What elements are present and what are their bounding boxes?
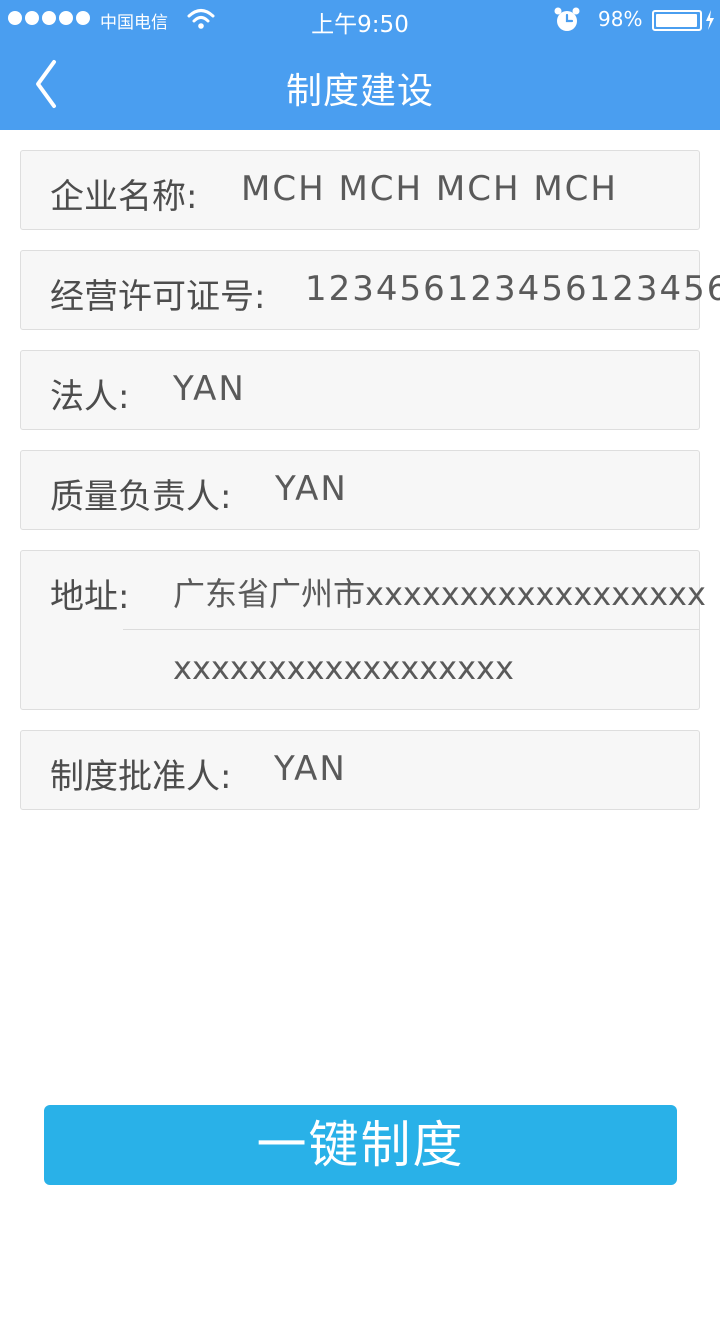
- address-divider: [123, 629, 699, 630]
- license-number-value: 123456123456123456: [305, 269, 720, 309]
- approver-label: 制度批准人:: [50, 757, 232, 797]
- quality-person-row: 质量负责人: YAN: [20, 450, 700, 530]
- page-title: 制度建设: [285, 71, 434, 112]
- approver-row: 制度批准人: YAN: [20, 730, 700, 810]
- address-line-1: 广东省广州市xxxxxxxxxxxxxxxxxx: [173, 575, 706, 613]
- legal-person-value: YAN: [173, 369, 246, 409]
- alarm-icon: [554, 7, 580, 31]
- license-number-label: 经营许可证号:: [50, 277, 266, 317]
- battery-icon: [652, 10, 702, 31]
- company-name-label: 企业名称:: [50, 177, 198, 217]
- address-label: 地址:: [50, 577, 130, 617]
- charging-bolt-icon: [706, 10, 714, 30]
- address-line-2: xxxxxxxxxxxxxxxxxx: [173, 649, 514, 687]
- status-bar: 中国电信 上午9:50 98%: [0, 0, 720, 40]
- address-row: 地址: 广东省广州市xxxxxxxxxxxxxxxxxx xxxxxxxxxxx…: [20, 550, 706, 710]
- quality-person-label: 质量负责人:: [50, 477, 232, 517]
- header: 中国电信 上午9:50 98% 制度建设: [0, 0, 720, 130]
- enterprise-info-form: 企业名称: MCH MCH MCH MCH 经营许可证号: 1234561234…: [20, 150, 720, 830]
- company-name-value: MCH MCH MCH MCH: [241, 169, 618, 209]
- quality-person-value: YAN: [275, 469, 348, 509]
- license-number-row: 经营许可证号: 123456123456123456: [20, 250, 720, 330]
- nav-bar: 制度建设: [0, 40, 720, 130]
- legal-person-label: 法人:: [50, 377, 130, 417]
- one-click-system-button[interactable]: 一键制度: [44, 1105, 677, 1185]
- battery-percent: 98%: [598, 7, 643, 31]
- approver-value: YAN: [274, 749, 347, 789]
- legal-person-row: 法人: YAN: [20, 350, 700, 430]
- battery-level-fill: [656, 14, 698, 27]
- company-name-row: 企业名称: MCH MCH MCH MCH: [20, 150, 700, 230]
